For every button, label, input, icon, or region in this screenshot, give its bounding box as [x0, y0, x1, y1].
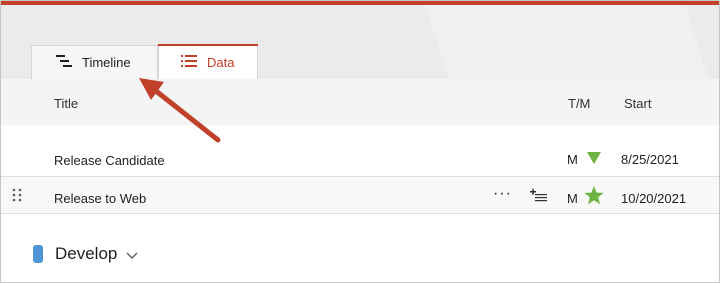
- row-tm: M: [567, 152, 578, 167]
- column-header-title[interactable]: Title: [54, 96, 78, 111]
- group-label: Develop: [55, 244, 118, 263]
- row-title[interactable]: Release Candidate: [54, 153, 165, 168]
- tab-data[interactable]: Data: [158, 44, 258, 79]
- triangle-down-icon: [586, 151, 602, 168]
- tab-timeline[interactable]: Timeline: [31, 45, 158, 79]
- app-frame: Timeline Data Title T/M Start Release Ca…: [0, 0, 720, 283]
- timeline-icon: [56, 55, 72, 70]
- tab-strip: Timeline Data: [1, 5, 719, 79]
- tab-timeline-label: Timeline: [82, 55, 131, 70]
- table-header: Title T/M Start: [1, 79, 719, 126]
- chevron-down-icon[interactable]: [126, 245, 138, 265]
- table-row[interactable]: Release Candidate M 8/25/2021: [1, 125, 719, 177]
- column-header-tm[interactable]: T/M: [568, 96, 590, 111]
- group-header[interactable]: Develop: [33, 243, 138, 265]
- list-icon: [181, 55, 197, 70]
- table-row[interactable]: Release to Web ··· M 10/20/2021: [1, 177, 719, 214]
- tab-data-label: Data: [207, 55, 235, 70]
- row-start[interactable]: 10/20/2021: [621, 191, 686, 206]
- column-header-start[interactable]: Start: [624, 96, 651, 111]
- drag-handle-icon[interactable]: [12, 188, 22, 205]
- more-options-icon[interactable]: ···: [493, 185, 512, 203]
- group-color-swatch: [33, 245, 43, 263]
- star-icon: [584, 186, 604, 208]
- row-tm: M: [567, 191, 578, 206]
- decorative-shape: [418, 5, 719, 79]
- add-subtask-icon[interactable]: [530, 188, 547, 205]
- row-title[interactable]: Release to Web: [54, 191, 146, 206]
- row-start[interactable]: 8/25/2021: [621, 152, 679, 167]
